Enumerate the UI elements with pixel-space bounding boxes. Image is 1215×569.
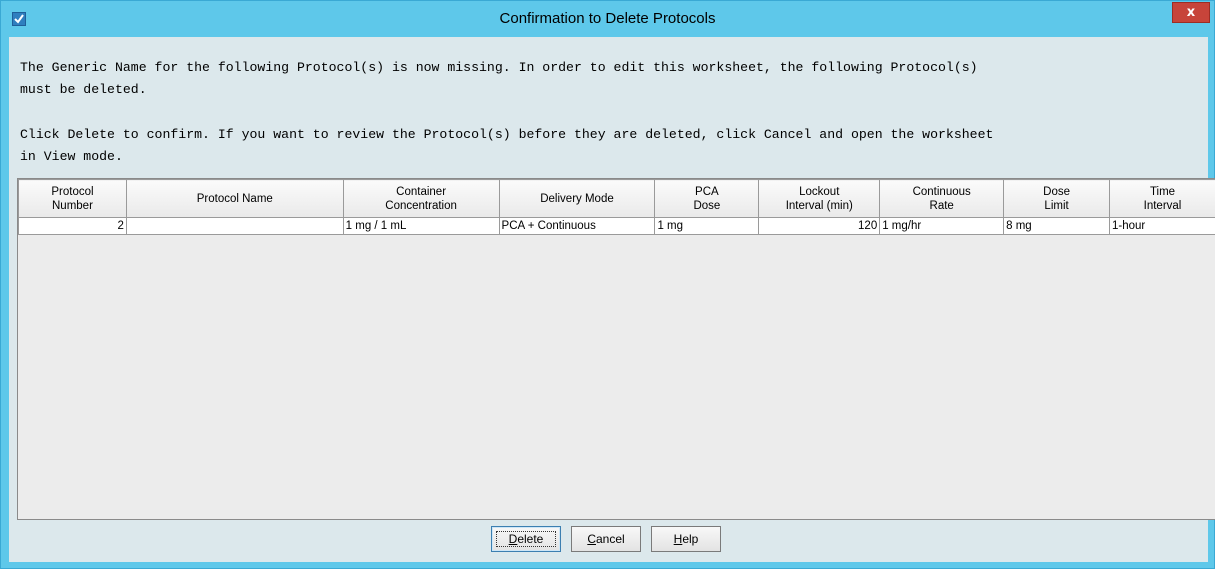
header-label: PCA [695,185,719,198]
table-row[interactable]: 2 1 mg / 1 mL PCA + Continuous 1 mg 120 … [18,217,1215,235]
cancel-button-label: Cancel [587,532,625,546]
cell-pca-dose[interactable]: 1 mg [654,217,760,235]
dialog-window: Confirmation to Delete Protocols x The G… [0,0,1215,569]
header-label: Protocol Name [196,192,273,205]
table-header-row: Protocol Number Protocol Name Container Co… [18,179,1215,218]
cell-lockout-interval[interactable]: 120 [758,217,881,235]
cell-delivery-mode[interactable]: PCA + Continuous [498,217,656,235]
header-label: Lockout [799,185,840,198]
protocols-grid: Protocol Number Protocol Name Container Co… [18,179,1215,235]
close-button[interactable]: x [1172,2,1210,23]
delete-instructions-message: Click Delete to confirm. If you want to … [20,127,994,164]
cancel-button[interactable]: Cancel [571,526,641,552]
column-header-continuous-rate[interactable]: Continuous Rate [879,179,1005,218]
cell-dose-limit[interactable]: 8 mg [1003,217,1111,235]
delete-mnemonic: D [508,532,518,546]
header-label: Continuous [912,185,971,198]
column-header-protocol-name[interactable]: Protocol Name [125,179,344,218]
header-label: Time [1149,185,1176,198]
header-label: Interval (min) [785,199,853,212]
header-label: Concentration [385,199,457,212]
protocols-table[interactable]: Protocol Number Protocol Name Container Co… [17,178,1215,520]
header-label: Limit [1044,199,1069,212]
cell-container-concentration[interactable]: 1 mg / 1 mL [342,217,500,235]
help-mnemonic: H [673,532,683,546]
cell-time-interval[interactable]: 1-hour [1109,217,1215,235]
header-label: Container [396,185,447,198]
title-bar[interactable]: Confirmation to Delete Protocols x [1,1,1214,37]
dialog-content: The Generic Name for the following Proto… [9,37,1215,562]
column-header-container-concentration[interactable]: Container Concentration [342,179,500,218]
column-header-dose-limit[interactable]: Dose Limit [1003,179,1111,218]
missing-generic-name-message: The Generic Name for the following Proto… [20,60,978,97]
dialog-title: Confirmation to Delete Protocols [499,10,716,27]
column-header-time-interval[interactable]: Time Interval [1109,179,1215,218]
header-label: Dose [693,199,721,212]
delete-button[interactable]: Delete [491,526,561,552]
cell-protocol-number[interactable]: 2 [18,217,127,235]
column-header-lockout-interval[interactable]: Lockout Interval (min) [758,179,881,218]
column-header-delivery-mode[interactable]: Delivery Mode [498,179,656,218]
help-button-label: Help [673,532,699,546]
cell-continuous-rate[interactable]: 1 mg/hr [879,217,1005,235]
header-label: Rate [929,199,954,212]
column-header-pca-dose[interactable]: PCA Dose [654,179,760,218]
delete-button-label: Delete [508,532,544,546]
header-label: Dose [1043,185,1070,198]
dialog-button-row: Delete Cancel Help [9,526,1208,552]
help-button[interactable]: Help [651,526,721,552]
header-label: Delivery Mode [540,192,614,205]
cancel-mnemonic: C [587,532,596,546]
header-label: Protocol [51,185,94,198]
header-label: Interval [1143,199,1182,212]
column-header-protocol-number[interactable]: Protocol Number [18,179,127,218]
cell-protocol-name[interactable] [125,217,344,235]
header-label: Number [52,199,93,212]
